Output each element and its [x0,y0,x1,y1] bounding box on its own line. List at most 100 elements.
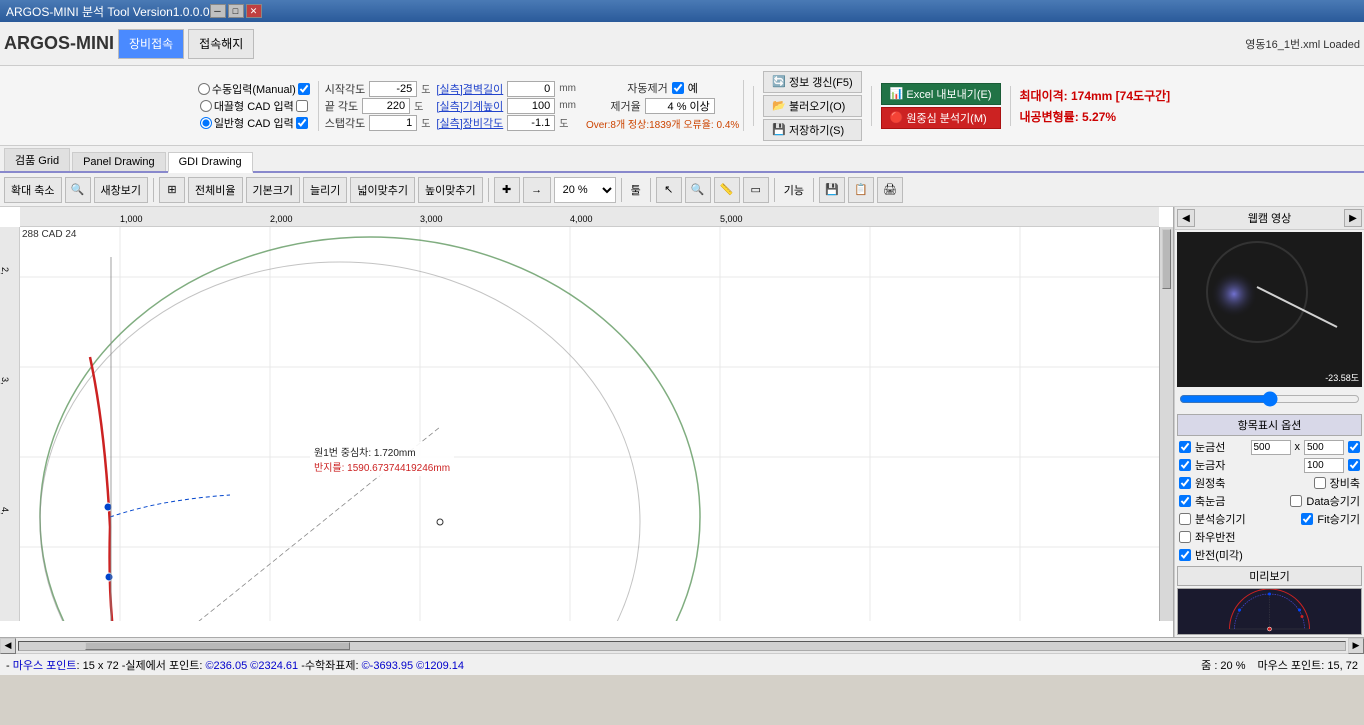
fit-check[interactable] [1301,513,1313,525]
auto-remove-check[interactable] [672,82,684,94]
plus-tool-button[interactable]: ✚ [494,177,520,203]
refresh-view-button[interactable]: 🔍 [65,177,91,203]
zoom-select[interactable]: 20 % 25 % 50 % 100 % [554,177,616,203]
right-panel: ◀ 웹캠 영상 ▶ -23.58도 [1174,207,1364,637]
ruler-input[interactable] [1304,458,1344,473]
ruler-check2[interactable] [1348,459,1360,471]
ruler-top: 1,000 2,000 3,000 4,000 5,000 [20,207,1159,227]
tab-gdi[interactable]: GDI Drawing [168,152,253,173]
arrow-tool-button[interactable]: → [523,177,551,203]
connect-button[interactable]: 장비접속 [118,29,184,59]
radio-cad1[interactable]: 대끌형 CAD 입력 [200,98,308,114]
logo-area: ARGOS-MINI [4,33,114,54]
maximize-button[interactable]: □ [228,4,244,18]
full-ratio-icon[interactable]: ⊞ [159,177,185,203]
webcam-title: 웹캠 영상 [1248,210,1292,226]
full-ratio-button[interactable]: 전체비율 [188,177,242,203]
grid-y-input[interactable] [1304,440,1344,455]
horizontal-scrollbar-area: ◀ ▶ [0,637,1364,653]
start-angle-input[interactable] [369,81,417,97]
data-save-check[interactable] [1290,495,1302,507]
save-button[interactable]: 💾 저장하기(S) [763,119,861,141]
base-size-button[interactable]: 기본크기 [246,177,300,203]
radio-cad2[interactable]: 일반형 CAD 입력 [200,115,308,131]
radio-manual[interactable]: 수동입력(Manual) [198,81,310,97]
scroll-left-button[interactable]: ◀ [0,638,16,654]
stop-button[interactable]: 접속해지 [188,29,254,59]
expand-button[interactable]: 📂 불러오기(O) [763,95,861,117]
functions-label: 기능 [780,182,808,198]
height-fit-button[interactable]: 높이맞추기 [418,177,483,203]
reverse-check[interactable] [1179,549,1191,561]
mini-preview-title: 미리보기 [1177,566,1362,586]
close-button[interactable]: ✕ [246,4,262,18]
grid-check2[interactable] [1348,441,1360,453]
print-button[interactable]: 🖨 [877,177,903,203]
annotation-center: 원1번 중심차: 1.720mm 반지를: 1590.67374419246mm [310,442,454,476]
search-tool[interactable]: 🔍 [685,177,711,203]
step-angle-input[interactable] [369,115,417,131]
title-bar: ARGOS-MINI 분석 Tool Version1.0.0.0 ─ □ ✕ [0,0,1364,22]
scroll-right-button[interactable]: ▶ [1348,638,1364,654]
ruler-mark-5000: 5,000 [720,214,743,224]
ratio-input[interactable] [507,115,555,131]
left-right-option: 좌우반전 [1175,528,1364,546]
vscroll-thumb[interactable] [1162,229,1171,289]
grid-line-check[interactable] [1179,441,1191,453]
tab-bar: 검품 Grid Panel Drawing GDI Drawing [0,146,1364,173]
app-status: 영동16_1번.xml Loaded [1245,36,1360,52]
axis-check[interactable] [1179,477,1191,489]
circle-analysis-button[interactable]: 🔴 원중심 분석기(M) [881,107,1001,129]
info-refresh-button[interactable]: 🔄 정보 갱신(F5) [763,71,861,93]
horizontal-scroll-track[interactable] [18,641,1346,651]
measure-tool[interactable]: 📏 [714,177,740,203]
remove-rate-input[interactable] [645,98,715,114]
ruler-mark-v-3: 3, [0,377,10,385]
canvas-area[interactable]: 1,000 2,000 3,000 4,000 5,000 2, 3, 4, 2… [0,207,1174,637]
cad-label: 288 CAD 24 [22,229,76,240]
expand-zoom-button[interactable]: 확대 축소 [4,177,62,203]
analysis-option: 분석승기기 Fit승기기 [1175,510,1364,528]
max-diameter: 최대이격: 174mm [74도구간] [1020,87,1171,104]
wall-length-input[interactable] [507,81,555,97]
ruler-mark-4000: 4,000 [570,214,593,224]
ruler-check[interactable] [1179,459,1191,471]
axis-eye-check[interactable] [1179,495,1191,507]
webcam-image: -23.58도 [1177,232,1362,387]
mini-preview [1177,588,1362,635]
main-area: 1,000 2,000 3,000 4,000 5,000 2, 3, 4, 2… [0,207,1364,637]
left-right-check[interactable] [1179,531,1191,543]
copy-button[interactable]: 📋 [848,177,874,203]
ruler-option: 눈금자 [1175,456,1364,474]
webcam-slider[interactable] [1179,391,1360,407]
end-angle-input[interactable] [362,98,410,114]
analysis-check[interactable] [1179,513,1191,525]
grid-x-input[interactable] [1251,440,1291,455]
vertical-scrollbar[interactable] [1159,227,1173,621]
webcam-prev-button[interactable]: ◀ [1177,209,1195,227]
wall-length-link[interactable]: [실측]결벽길이 [436,81,503,97]
window-controls: ─ □ ✕ [210,4,262,18]
equip-check[interactable] [1314,477,1326,489]
app-title: ARGOS-MINI 분석 Tool Version1.0.0.0 [6,3,210,20]
view-toolbar: 확대 축소 🔍 새창보기 ⊞ 전체비율 기본크기 늘리기 넓이맞추기 높이맞추기… [0,173,1364,207]
width-fit-button[interactable]: 넓이맞추기 [350,177,415,203]
machine-height-link[interactable]: [실측]기계높이 [436,98,503,114]
tab-grid[interactable]: 검품 Grid [4,148,70,171]
hscroll-thumb[interactable] [85,642,350,650]
tab-panel[interactable]: Panel Drawing [72,152,166,171]
save-icon-button[interactable]: 💾 [819,177,845,203]
cursor-tool[interactable]: ↖ [656,177,682,203]
ratio-link[interactable]: [실측]장비각도 [436,115,503,131]
stretch-button[interactable]: 늘리기 [303,177,347,203]
webcam-next-button[interactable]: ▶ [1344,209,1362,227]
ruler-mark-1000: 1,000 [120,214,143,224]
new-window-button[interactable]: 새창보기 [94,177,148,203]
excel-button[interactable]: 📊 Excel 내보내기(E) [881,83,1001,105]
reverse-option: 반전(미각) [1175,546,1364,564]
status-mouse-point: - 마우스 포인트: 15 x 72 -실제에서 포인트: ©236.05 ©2… [6,657,464,673]
machine-height-input[interactable] [507,98,555,114]
minimize-button[interactable]: ─ [210,4,226,18]
over-text: Over:8개 정상:1839개 오류율: 0.4% [586,116,739,131]
rect-tool[interactable]: ▭ [743,177,769,203]
